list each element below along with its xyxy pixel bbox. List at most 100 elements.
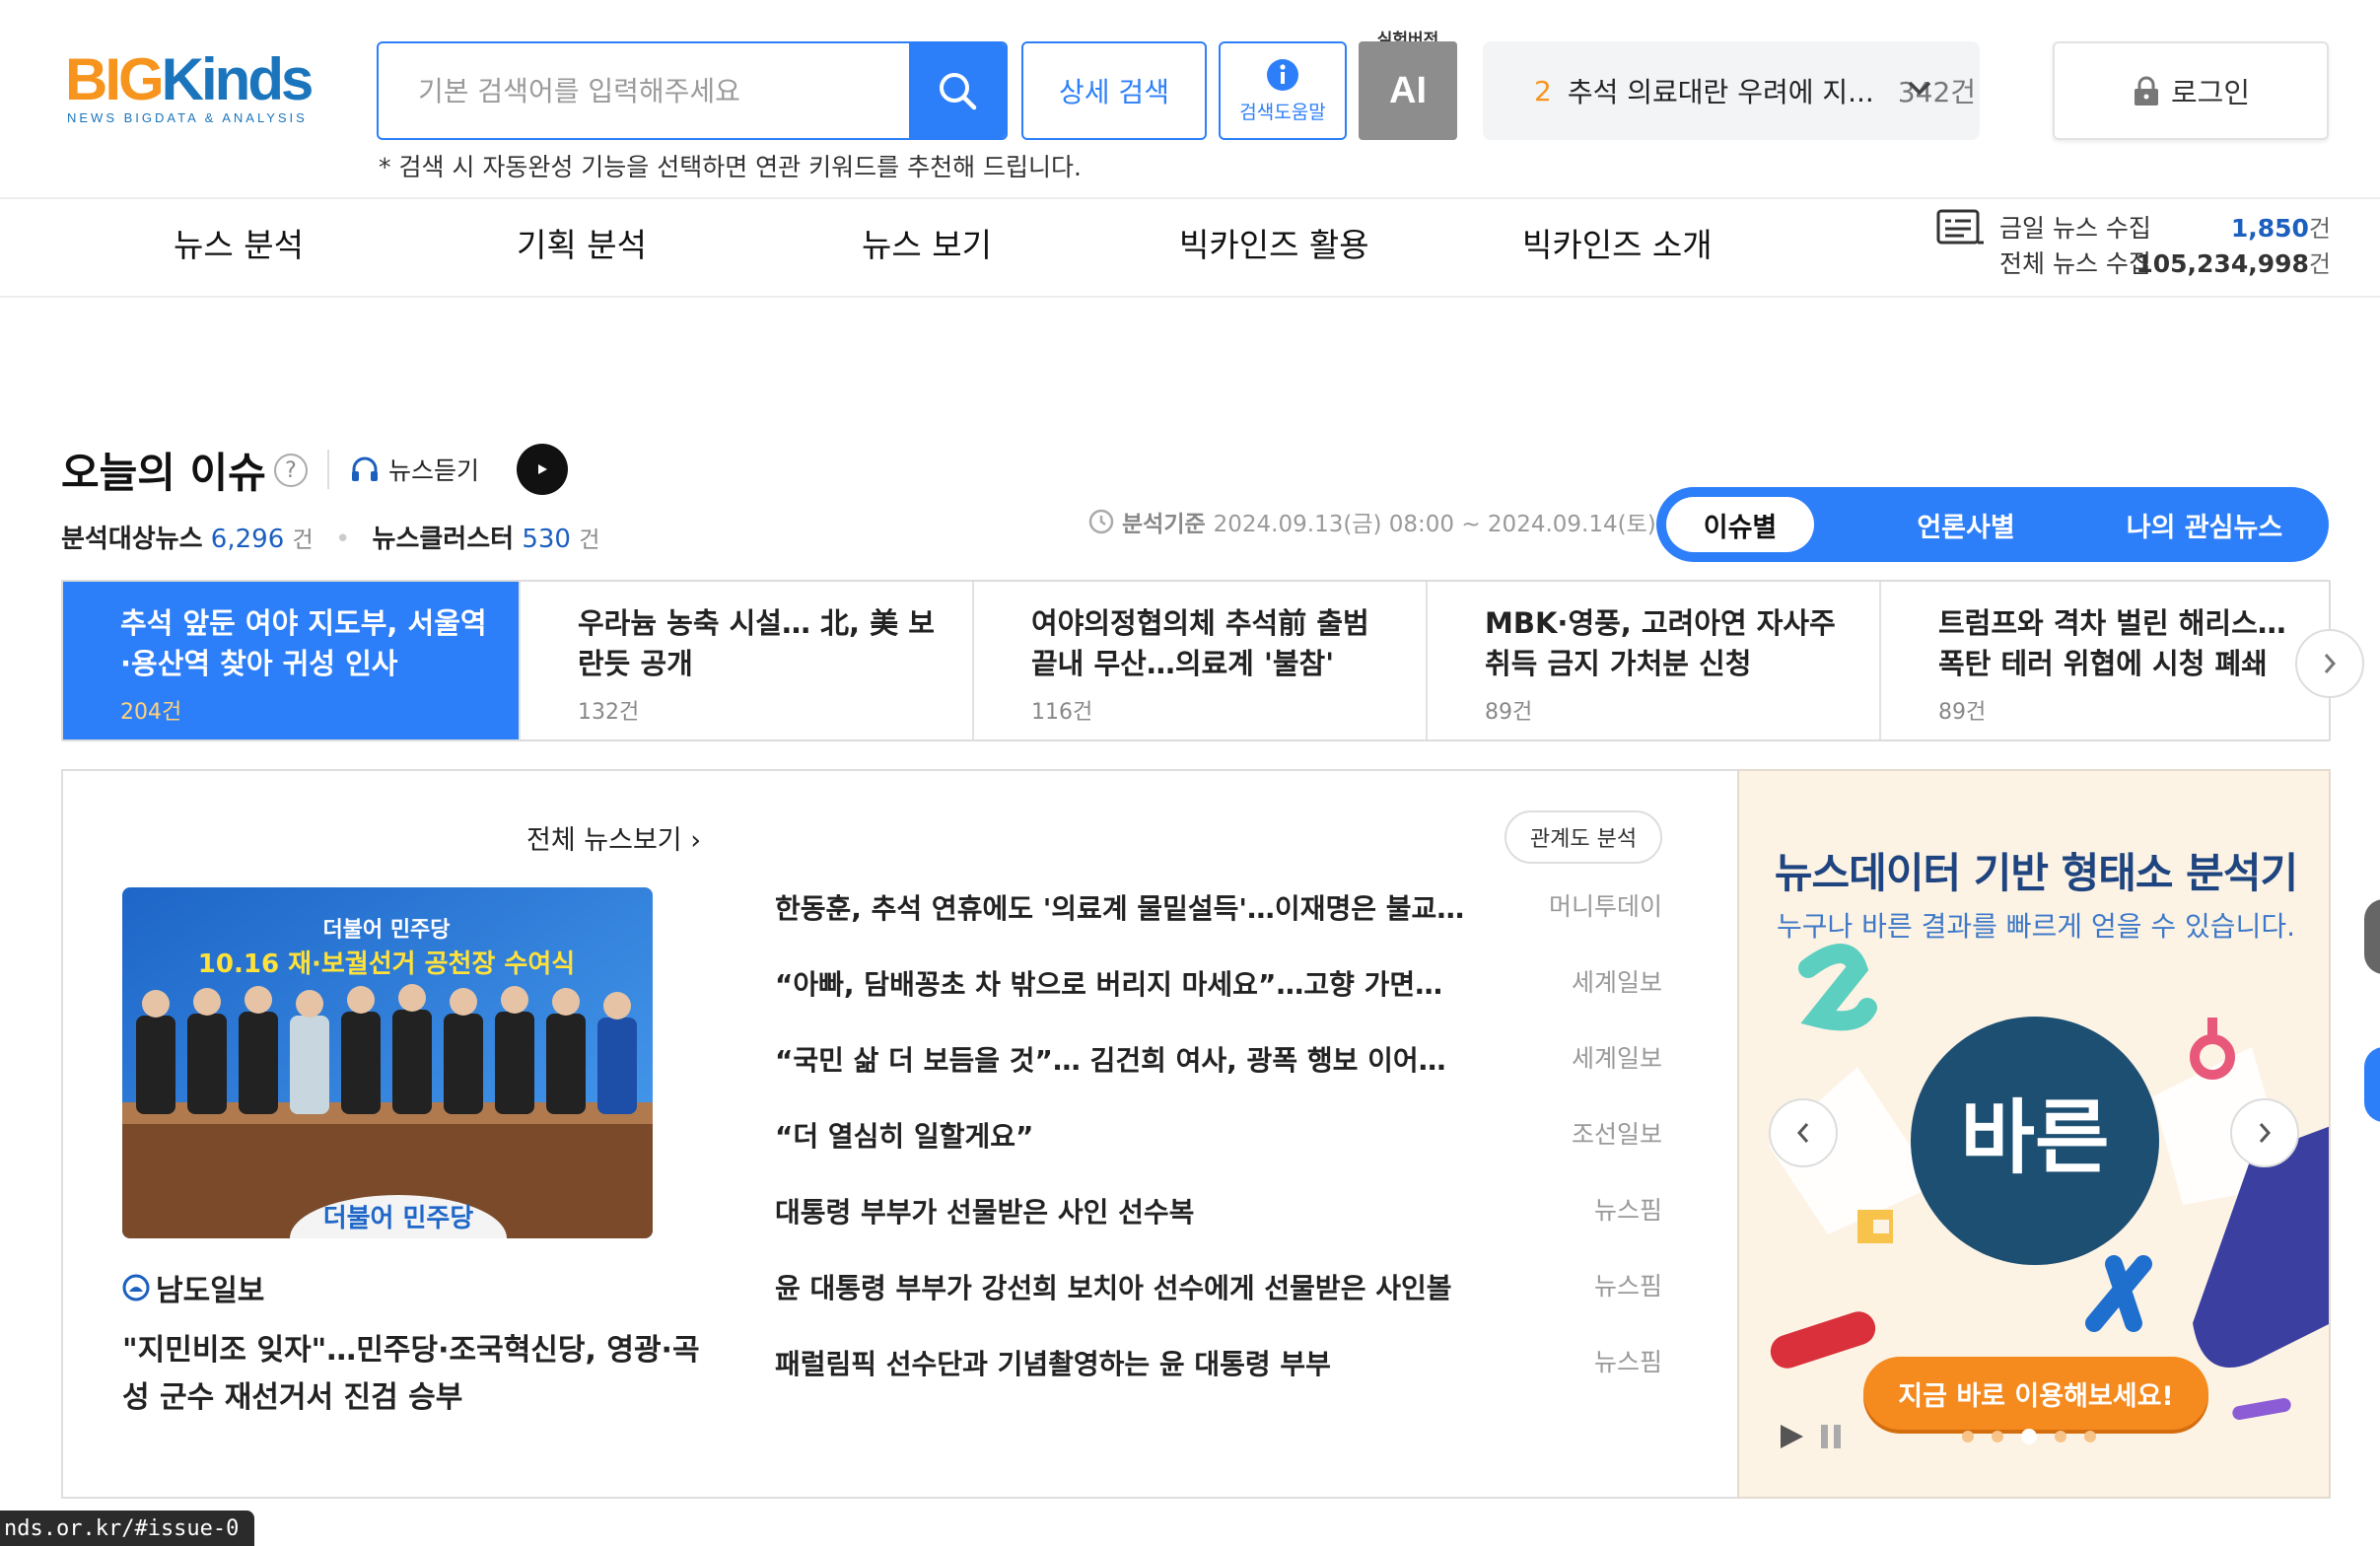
banner-next-button[interactable] (2230, 1098, 2299, 1167)
issue-card-count: 116건 (1031, 700, 1093, 725)
banner-cta-button[interactable]: 지금 바로 이용해보세요! (1863, 1357, 2208, 1430)
publisher-name: 남도일보 (156, 1274, 265, 1308)
nav-divider-bottom (0, 296, 2380, 298)
cluster-count-label: 뉴스클러스터 (372, 525, 515, 554)
issue-view-tabs: 이슈별 언론사별 나의 관심뉴스 (1656, 487, 2329, 562)
banner-logo-text: 바른 (1961, 1091, 2110, 1185)
basis-label: 분석기준 (1122, 512, 1206, 537)
basis-range: 2024.09.13(금) 08:00 ~ 2024.09.14(토) 08:0… (1213, 512, 1729, 537)
news-count-label: 분석대상뉴스 (61, 525, 203, 554)
photo-heading: 더불어 민주당 (322, 918, 450, 943)
news-list-item[interactable]: 패럴림픽 선수단과 기념촬영하는 윤 대통령 부부 뉴스핌 (775, 1343, 1662, 1382)
news-photo[interactable]: 더불어 민주당 10.16 재·보궐선거 공천장 수여식 더불어 민주당 (122, 887, 653, 1238)
news-list-item[interactable]: “아빠, 담배꽁초 차 밖으로 버리지 마세요”…고향 가면서 ‘휙휙’ ...… (775, 963, 1662, 1003)
side-floating-button[interactable] (2364, 1047, 2380, 1122)
nav-news-analysis[interactable]: 뉴스 분석 (174, 219, 304, 266)
headphones-icon (352, 457, 378, 481)
ai-beta-button[interactable]: 실험버전 AI (1359, 26, 1457, 140)
cards-next-button[interactable] (2295, 629, 2364, 698)
banner-prev-button[interactable] (1769, 1098, 1838, 1167)
pagination-dot[interactable] (2055, 1431, 2066, 1442)
search-input[interactable] (379, 43, 911, 138)
news-source: 뉴스핌 (1593, 1348, 1662, 1376)
issue-card[interactable]: MBK·영풍, 고려아연 자사주 취득 금지 가처분 신청 89건 (1428, 582, 1881, 739)
analysis-basis: 분석기준 2024.09.13(금) 08:00 ~ 2024.09.14(토)… (1088, 505, 1728, 538)
news-list-item[interactable]: 윤 대통령 부부가 강선희 보치아 선수에게 선물받은 사인볼 뉴스핌 (775, 1267, 1662, 1306)
relation-analysis-button[interactable]: 관계도 분석 (1505, 810, 1662, 864)
issue-card-count: 89건 (1485, 700, 1533, 725)
news-list-item[interactable]: “국민 삶 더 보듬을 것”… 김건희 여사, 광폭 행보 이어가나 세계일보 (775, 1039, 1662, 1079)
chevron-right-icon (2259, 1123, 2272, 1143)
tab-my-interest[interactable]: 나의 관심뉴스 (2096, 487, 2313, 562)
detail-search-button[interactable]: 상세 검색 (1021, 41, 1207, 140)
news-title: 패럴림픽 선수단과 기념촬영하는 윤 대통령 부부 (775, 1348, 1331, 1380)
issue-card-count: 89건 (1938, 700, 1987, 725)
logo-kinds: Kinds (161, 46, 315, 112)
pause-icon[interactable] (1816, 1422, 1846, 1451)
listen-news-button[interactable]: 뉴스듣기 (351, 452, 479, 487)
trending-keyword-dropdown[interactable]: 2 추석 의료대란 우려에 지... 342건 (1483, 41, 1980, 140)
analyzer-banner[interactable]: 뉴스데이터 기반 형태소 분석기 누구나 바른 결과를 빠르게 얻을 수 있습니… (1737, 769, 2331, 1499)
search-button[interactable] (909, 43, 1006, 138)
logo-big: BIG (65, 46, 165, 112)
main-headline[interactable]: "지민비조 잊자"…민주당·조국혁신당, 영광·곡성 군수 재선거서 진검 승부 (122, 1327, 704, 1422)
issue-card[interactable]: 트럼프와 격차 벌린 해리스…폭탄 테러 위협에 시청 폐쇄 89건 (1881, 582, 2329, 739)
nav-news-view[interactable]: 뉴스 보기 (862, 219, 992, 266)
news-title: “국민 삶 더 보듬을 것”… 김건희 여사, 광폭 행보 이어가나 (775, 1044, 1465, 1077)
issue-cards: 추석 앞둔 여야 지도부, 서울역·용산역 찾아 귀성 인사 204건 우라늄 … (61, 580, 2331, 741)
issue-card[interactable]: 여야의정협의체 추석前 출범 끝내 무산…의료계 '불참' 116건 (974, 582, 1428, 739)
tab-by-press[interactable]: 언론사별 (1867, 487, 2065, 562)
issue-card-count: 204건 (120, 700, 182, 725)
cluster-count-value: 530 (522, 525, 571, 554)
pagination-dot-active[interactable] (2021, 1429, 2037, 1444)
play-icon (538, 464, 547, 474)
news-list-icon (1936, 209, 1984, 245)
trend-rank: 2 (1534, 74, 1552, 107)
tab-by-issue[interactable]: 이슈별 (1666, 497, 1814, 552)
news-source: 세계일보 (1571, 1044, 1662, 1073)
banner-pagination (1962, 1429, 2096, 1444)
logo-tagline: NEWS BIGDATA & ANALYSIS (67, 110, 308, 125)
news-count-unit: 건 (292, 527, 314, 553)
chevron-left-icon (1796, 1123, 1809, 1143)
ai-label: AI (1359, 41, 1457, 140)
news-source: 뉴스핌 (1593, 1272, 1662, 1300)
news-list-item[interactable]: 한동훈, 추석 연휴에도 '의료계 물밑설득'…이재명은 불교 지도... 머니투… (775, 887, 1662, 927)
issue-card-count: 132건 (578, 700, 640, 725)
status-bar-url: nds.or.kr/#issue-0 (0, 1511, 255, 1546)
help-icon[interactable]: ? (274, 454, 308, 487)
play-button[interactable] (517, 444, 568, 495)
photo-podium-text: 더불어 민주당 (323, 1204, 474, 1233)
issue-card[interactable]: 우라늄 농축 시설… 北, 美 보란듯 공개 132건 (521, 582, 974, 739)
news-list-item[interactable]: 대통령 부부가 선물받은 사인 선수복 뉴스핌 (775, 1191, 1662, 1230)
nav-planning-analysis[interactable]: 기획 분석 (517, 219, 647, 266)
clock-icon (1088, 509, 1114, 534)
news-list-item[interactable]: “더 열심히 일할게요” 조선일보 (775, 1115, 1662, 1155)
nav-bigkinds-intro[interactable]: 빅카인즈 소개 (1522, 219, 1713, 266)
search-hint: * 검색 시 자동완성 기능을 선택하면 연관 키워드를 추천해 드립니다. (379, 153, 1082, 181)
search-box (377, 41, 1008, 140)
bigkinds-logo[interactable]: BIGKinds NEWS BIGDATA & ANALYSIS (65, 45, 321, 130)
search-help-button[interactable]: 검색도움말 (1219, 41, 1347, 140)
login-button[interactable]: 로그인 (2053, 41, 2329, 140)
pagination-dot[interactable] (1992, 1431, 2003, 1442)
pagination-dot[interactable] (2084, 1431, 2096, 1442)
search-help-label: 검색도움말 (1239, 101, 1326, 123)
news-title: “아빠, 담배꽁초 차 밖으로 버리지 마세요”…고향 가면서 ‘휙휙’ ... (775, 968, 1465, 1001)
chevron-down-icon (1908, 81, 1931, 96)
issue-card-title: MBK·영풍, 고려아연 자사주 취득 금지 가처분 신청 (1485, 606, 1836, 680)
today-collection-value: 1,850 (2230, 214, 2309, 243)
side-floating-button[interactable] (2364, 899, 2380, 974)
issue-card-title: 추석 앞둔 여야 지도부, 서울역·용산역 찾아 귀성 인사 (120, 606, 487, 680)
issue-card-title: 여야의정협의체 추석前 출범 끝내 무산…의료계 '불참' (1031, 606, 1369, 680)
nav-bigkinds-usage[interactable]: 빅카인즈 활용 (1179, 219, 1369, 266)
issue-card[interactable]: 추석 앞둔 여야 지도부, 서울역·용산역 찾아 귀성 인사 204건 (63, 582, 521, 739)
pagination-dot[interactable] (1962, 1431, 1974, 1442)
news-title: 대통령 부부가 선물받은 사인 선수복 (775, 1196, 1195, 1229)
play-icon[interactable] (1777, 1422, 1806, 1451)
today-collection-label: 금일 뉴스 수집 (1999, 214, 2151, 243)
all-news-link[interactable]: 전체 뉴스보기 › (526, 818, 701, 857)
collection-stats: 금일 뉴스 수집 1,850건 전체 뉴스 수집 105,234,998건 (1936, 205, 2331, 284)
search-icon (940, 73, 977, 110)
info-icon (1267, 58, 1298, 91)
